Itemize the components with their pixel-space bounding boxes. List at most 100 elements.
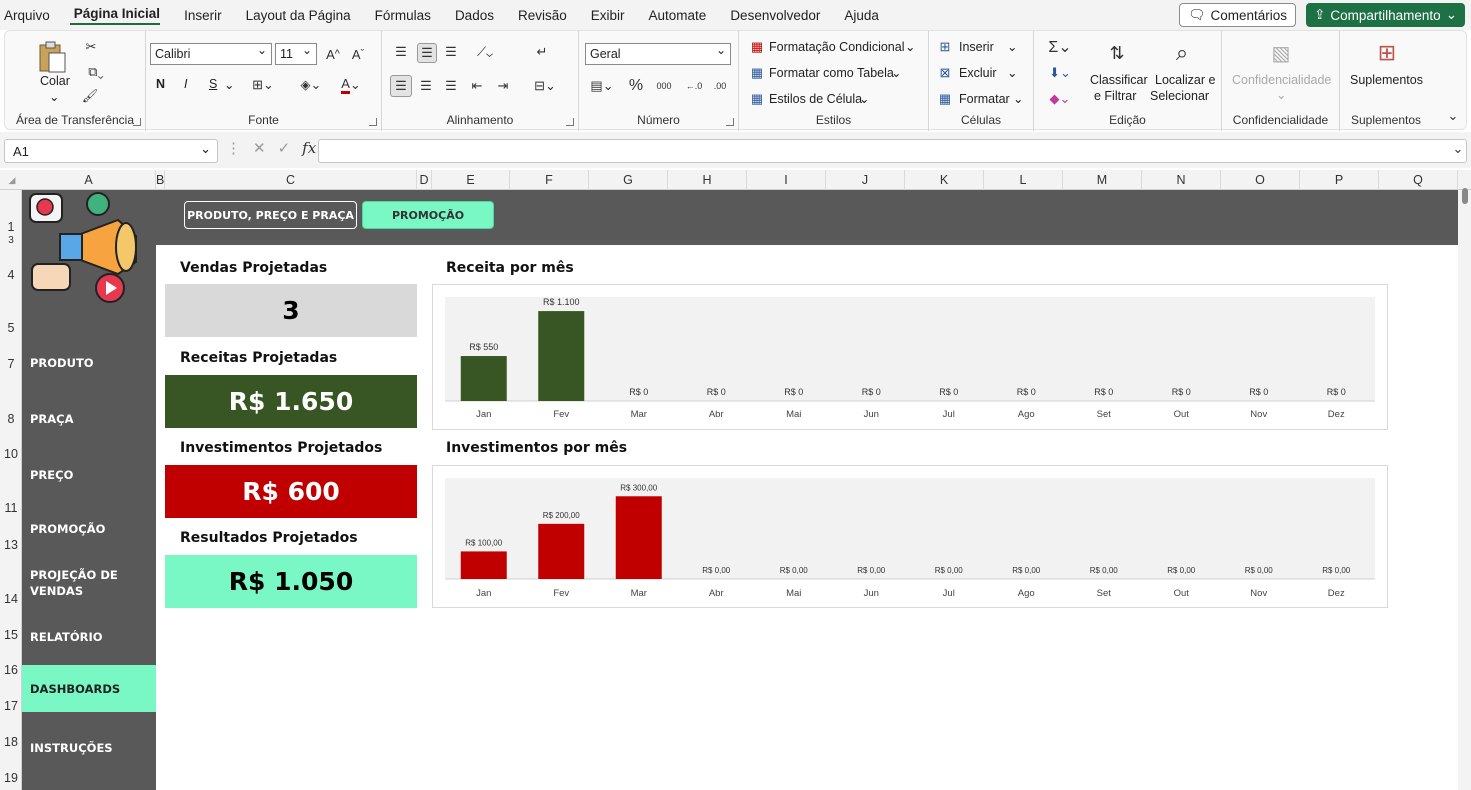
- merge-center-icon[interactable]: ⊟⌄: [530, 77, 560, 95]
- cancel-icon[interactable]: ✕: [253, 139, 266, 157]
- tab-dados[interactable]: Dados: [451, 8, 494, 23]
- promocao-button[interactable]: PROMOÇÃO: [362, 201, 494, 229]
- row-header[interactable]: 14: [0, 592, 22, 606]
- autosum-icon[interactable]: Σ⌄: [1044, 39, 1076, 56]
- share-button[interactable]: ⇪ Compartilhamento ⌄: [1306, 3, 1465, 27]
- tab-ajuda[interactable]: Ajuda: [840, 8, 879, 23]
- column-header[interactable]: J: [826, 170, 905, 190]
- cut-icon[interactable]: ✂: [83, 39, 99, 55]
- increase-font-icon[interactable]: A ^: [324, 45, 342, 63]
- nav-preco[interactable]: PREÇO: [22, 458, 156, 492]
- row-header[interactable]: 5: [0, 321, 22, 335]
- vertical-scrollbar[interactable]: [1458, 190, 1471, 790]
- sort-filter-label-1[interactable]: Classificar: [1090, 73, 1148, 87]
- tab-inserir[interactable]: Inserir: [180, 8, 222, 23]
- decrease-font-icon[interactable]: Aˇ: [349, 45, 367, 63]
- tab-revisao[interactable]: Revisão: [514, 8, 567, 23]
- column-header[interactable]: G: [589, 170, 668, 190]
- thousands-icon[interactable]: 000: [653, 77, 675, 95]
- bar-jan[interactable]: [460, 356, 507, 401]
- tab-automate[interactable]: Automate: [645, 8, 707, 23]
- column-header[interactable]: N: [1142, 170, 1221, 190]
- row-header[interactable]: 15: [0, 628, 22, 642]
- nav-promocao[interactable]: PROMOÇÃO: [22, 512, 156, 546]
- align-bottom-icon[interactable]: ☰: [442, 43, 460, 61]
- italic-button[interactable]: I: [184, 77, 187, 91]
- underline-button[interactable]: S: [209, 77, 217, 91]
- find-select-label-2[interactable]: Selecionar: [1150, 89, 1209, 103]
- select-all-icon[interactable]: ◢: [6, 174, 18, 186]
- sort-filter-label-2[interactable]: e Filtrar: [1094, 89, 1136, 103]
- font-name-dropdown[interactable]: Calibri: [150, 43, 272, 65]
- font-size-dropdown[interactable]: 11: [275, 43, 317, 65]
- column-header[interactable]: H: [668, 170, 747, 190]
- format-table-button[interactable]: Formatar como Tabela: [769, 66, 894, 80]
- tab-arquivo[interactable]: Arquivo: [0, 8, 50, 23]
- formula-input[interactable]: [318, 139, 1467, 163]
- comments-button[interactable]: 🗨 Comentários: [1179, 3, 1297, 27]
- name-box[interactable]: A1: [4, 139, 218, 163]
- row-header[interactable]: 10: [0, 447, 22, 461]
- more-icon[interactable]: ⋮: [226, 139, 241, 157]
- row-header[interactable]: 17: [0, 699, 22, 713]
- expand-formula-icon[interactable]: ⌄: [1451, 141, 1465, 156]
- nav-praca[interactable]: PRAÇA: [22, 402, 156, 436]
- row-header[interactable]: 11: [0, 501, 22, 515]
- column-header[interactable]: A: [22, 170, 156, 190]
- insert-cells-button[interactable]: Inserir: [959, 40, 994, 54]
- currency-icon[interactable]: ▤⌄: [585, 77, 619, 95]
- column-header[interactable]: O: [1221, 170, 1300, 190]
- align-top-icon[interactable]: ☰: [392, 43, 410, 61]
- produto-preco-praca-button[interactable]: PRODUTO, PREÇO E PRAÇA: [184, 201, 357, 229]
- paste-chevron-icon[interactable]: ⌄: [49, 89, 59, 104]
- align-middle-icon[interactable]: ☰: [417, 43, 437, 63]
- row-header[interactable]: 4: [0, 268, 22, 282]
- row-header[interactable]: 18: [0, 735, 22, 749]
- paste-icon[interactable]: [35, 39, 69, 75]
- conditional-format-button[interactable]: Formatação Condicional: [769, 40, 905, 54]
- bar-fev[interactable]: [538, 523, 585, 579]
- nav-projecao-vendas[interactable]: PROJEÇÃO DE VENDAS: [22, 564, 132, 604]
- orientation-icon[interactable]: ⟋⌄: [470, 43, 500, 61]
- addins-button[interactable]: Suplementos: [1350, 73, 1423, 87]
- column-header[interactable]: F: [510, 170, 589, 190]
- nav-instrucoes[interactable]: INSTRUÇÕES: [22, 731, 156, 765]
- row-header[interactable]: 3: [0, 235, 22, 246]
- wrap-text-icon[interactable]: ↵: [532, 43, 552, 61]
- align-center-icon[interactable]: ☰: [417, 77, 435, 95]
- format-cells-button[interactable]: Formatar: [959, 92, 1010, 106]
- format-painter-icon[interactable]: 🖌: [81, 88, 99, 104]
- bar-mar[interactable]: [615, 496, 662, 579]
- insert-function-button[interactable]: fx: [302, 139, 316, 157]
- number-launcher-icon[interactable]: [726, 118, 734, 126]
- column-header[interactable]: I: [747, 170, 826, 190]
- font-launcher-icon[interactable]: [369, 118, 377, 126]
- column-header[interactable]: C: [165, 170, 417, 190]
- collapse-ribbon-icon[interactable]: ⌄: [1446, 108, 1460, 123]
- row-header[interactable]: 8: [0, 412, 22, 426]
- column-header[interactable]: D: [417, 170, 432, 190]
- delete-cells-button[interactable]: Excluir: [959, 66, 997, 80]
- column-header[interactable]: E: [432, 170, 510, 190]
- percent-icon[interactable]: %: [627, 77, 645, 95]
- column-header[interactable]: L: [984, 170, 1063, 190]
- borders-icon[interactable]: ⊞⌄: [250, 77, 276, 93]
- column-header[interactable]: M: [1063, 170, 1142, 190]
- row-header[interactable]: 1: [0, 220, 22, 234]
- paste-label[interactable]: Colar: [40, 74, 70, 88]
- copy-icon[interactable]: ⧉⌄: [83, 64, 109, 80]
- scrollbar-thumb[interactable]: [1462, 188, 1468, 204]
- column-header[interactable]: K: [905, 170, 984, 190]
- nav-relatorio[interactable]: RELATÓRIO: [22, 620, 156, 654]
- bar-fev[interactable]: [538, 311, 585, 401]
- tab-layout[interactable]: Layout da Página: [242, 8, 351, 23]
- underline-chevron-icon[interactable]: ⌄: [224, 77, 234, 92]
- row-header[interactable]: 13: [0, 538, 22, 552]
- font-color-icon[interactable]: A ⌄: [336, 76, 366, 94]
- fill-color-icon[interactable]: ◈⌄: [296, 77, 326, 93]
- row-header[interactable]: 7: [0, 357, 22, 371]
- cell-styles-button[interactable]: Estilos de Célula: [769, 92, 862, 106]
- find-select-label-1[interactable]: Localizar e: [1155, 73, 1215, 87]
- alignment-launcher-icon[interactable]: [566, 118, 574, 126]
- tab-desenvolvedor[interactable]: Desenvolvedor: [726, 8, 820, 23]
